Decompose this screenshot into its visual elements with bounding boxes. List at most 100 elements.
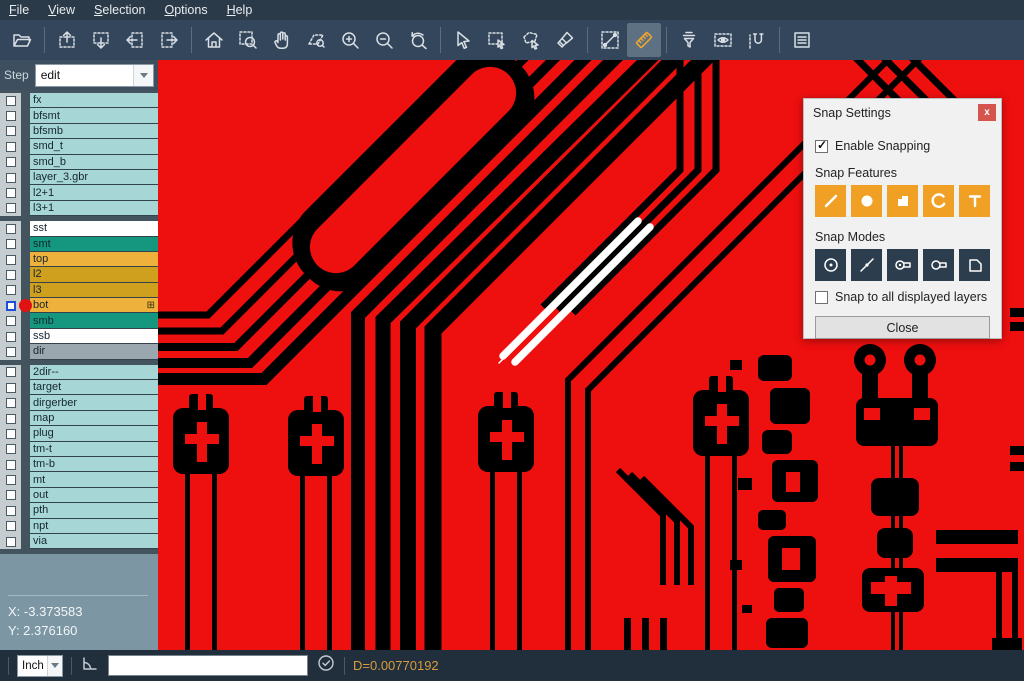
snap-mode-midpoint-button[interactable] — [851, 249, 882, 281]
layer-visibility-checkbox[interactable] — [6, 239, 16, 249]
pan-down-button[interactable] — [84, 23, 118, 57]
apply-button[interactable] — [316, 653, 336, 678]
layer-row[interactable]: smd_b — [0, 155, 158, 170]
layer-row[interactable]: plug — [0, 426, 158, 441]
zoom-window-button[interactable] — [231, 23, 265, 57]
menu-file[interactable]: File — [9, 3, 29, 17]
step-dropdown[interactable]: edit — [35, 64, 154, 87]
layer-row[interactable]: smb — [0, 313, 158, 328]
layer-visibility-checkbox[interactable] — [6, 285, 16, 295]
layer-row[interactable]: npt — [0, 519, 158, 534]
layer-row[interactable]: dir — [0, 344, 158, 359]
measure-distance-button[interactable] — [593, 23, 627, 57]
layer-visibility-checkbox[interactable] — [6, 429, 16, 439]
layer-row[interactable]: smd_t — [0, 139, 158, 154]
snap-feature-line-button[interactable] — [815, 185, 846, 217]
report-button[interactable] — [785, 23, 819, 57]
close-icon[interactable]: x — [978, 104, 996, 121]
pan-left-button[interactable] — [118, 23, 152, 57]
all-layers-row[interactable]: Snap to all displayed layers — [815, 290, 990, 304]
layer-row[interactable]: tm-b — [0, 457, 158, 472]
open-button[interactable] — [5, 23, 39, 57]
layer-row[interactable]: out — [0, 488, 158, 503]
menu-options[interactable]: Options — [164, 3, 207, 17]
enable-snapping-checkbox[interactable] — [815, 140, 828, 153]
enable-snapping-row[interactable]: Enable Snapping — [815, 139, 990, 153]
chevron-down-icon[interactable] — [47, 656, 62, 676]
snap-all-layers-checkbox[interactable] — [815, 291, 828, 304]
layer-row[interactable]: smt — [0, 237, 158, 252]
layer-row[interactable]: map — [0, 411, 158, 426]
zoom-previous-button[interactable] — [401, 23, 435, 57]
layer-visibility-checkbox[interactable] — [6, 157, 16, 167]
layer-row[interactable]: via — [0, 534, 158, 549]
layer-row[interactable]: pth — [0, 503, 158, 518]
clear-brush-button[interactable] — [548, 23, 582, 57]
pan-up-button[interactable] — [50, 23, 84, 57]
layer-visibility-checkbox[interactable] — [6, 203, 16, 213]
layer-visibility-checkbox[interactable] — [6, 460, 16, 470]
layer-row[interactable]: top — [0, 252, 158, 267]
dialog-titlebar[interactable]: Snap Settings x — [804, 99, 1001, 126]
layer-visibility-checkbox[interactable] — [6, 398, 16, 408]
layer-visibility-checkbox[interactable] — [6, 111, 16, 121]
layer-row[interactable]: dirgerber — [0, 395, 158, 410]
layer-row[interactable]: l3+1 — [0, 201, 158, 216]
layer-visibility-checkbox[interactable] — [6, 444, 16, 454]
layer-visibility-checkbox[interactable] — [6, 173, 16, 183]
menu-selection[interactable]: Selection — [94, 3, 145, 17]
layer-row[interactable]: layer_3.gbr — [0, 170, 158, 185]
pan-hand-button[interactable] — [265, 23, 299, 57]
zoom-home-button[interactable] — [197, 23, 231, 57]
layer-visibility-checkbox[interactable] — [6, 367, 16, 377]
angle-mode-button[interactable] — [80, 653, 100, 678]
menu-help[interactable]: Help — [227, 3, 253, 17]
layer-row[interactable]: sst — [0, 221, 158, 236]
zoom-dynamic-button[interactable] — [299, 23, 333, 57]
layer-visibility-checkbox[interactable] — [6, 490, 16, 500]
layer-row[interactable]: l2+1 — [0, 185, 158, 200]
command-input[interactable] — [108, 655, 308, 676]
layer-row[interactable]: l2 — [0, 267, 158, 282]
layer-visibility-checkbox[interactable] — [6, 537, 16, 547]
snap-feature-circle-button[interactable] — [851, 185, 882, 217]
layer-row[interactable]: tm-t — [0, 442, 158, 457]
layer-visibility-checkbox[interactable] — [6, 301, 16, 311]
snap-mode-pad-entire-button[interactable] — [887, 249, 918, 281]
layer-row[interactable]: 2dir-- — [0, 365, 158, 380]
select-window-button[interactable] — [480, 23, 514, 57]
select-pointer-button[interactable] — [446, 23, 480, 57]
layer-row[interactable]: l3 — [0, 283, 158, 298]
layer-visibility-checkbox[interactable] — [6, 126, 16, 136]
snap-magnet-button[interactable] — [740, 23, 774, 57]
select-polygon-button[interactable] — [514, 23, 548, 57]
layer-visibility-checkbox[interactable] — [6, 188, 16, 198]
snap-mode-center-button[interactable] — [815, 249, 846, 281]
snap-mode-profile-button[interactable] — [959, 249, 990, 281]
layer-row[interactable]: ssb — [0, 329, 158, 344]
layer-visibility-checkbox[interactable] — [6, 506, 16, 516]
layer-visibility-checkbox[interactable] — [6, 332, 16, 342]
ruler-button[interactable] — [627, 23, 661, 57]
layer-visibility-checkbox[interactable] — [6, 224, 16, 234]
layer-visibility-checkbox[interactable] — [6, 142, 16, 152]
layer-row[interactable]: bfsmt — [0, 108, 158, 123]
filter-button[interactable] — [672, 23, 706, 57]
zoom-in-button[interactable] — [333, 23, 367, 57]
snap-feature-text-button[interactable] — [959, 185, 990, 217]
snap-feature-surface-button[interactable] — [887, 185, 918, 217]
layer-row-active[interactable]: bot⊞ — [0, 298, 158, 313]
layer-row[interactable]: mt — [0, 472, 158, 487]
layer-visibility-checkbox[interactable] — [6, 347, 16, 357]
chevron-down-icon[interactable] — [133, 65, 153, 86]
layer-visibility-checkbox[interactable] — [6, 521, 16, 531]
show-selection-button[interactable] — [706, 23, 740, 57]
layer-row[interactable]: bfsmb — [0, 124, 158, 139]
close-button[interactable]: Close — [815, 316, 990, 339]
layer-visibility-checkbox[interactable] — [6, 383, 16, 393]
layer-row[interactable]: target — [0, 380, 158, 395]
layer-visibility-checkbox[interactable] — [6, 270, 16, 280]
layer-visibility-checkbox[interactable] — [6, 255, 16, 265]
layer-row[interactable]: fx — [0, 93, 158, 108]
layer-visibility-checkbox[interactable] — [6, 475, 16, 485]
